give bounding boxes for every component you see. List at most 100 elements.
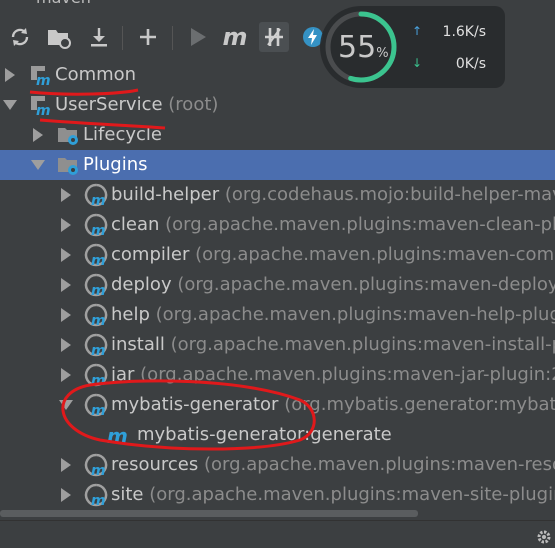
tree-row-plugin[interactable]: m mybatis-generator (org.mybatis.generato… — [0, 390, 555, 420]
tree-row-plugin[interactable]: m resources (org.apache.maven.plugins:mav… — [0, 450, 555, 480]
reimport-button[interactable] — [5, 22, 35, 52]
tree-row-label: mybatis-generator (org.mybatis.generator… — [111, 394, 555, 415]
tree-row-plugin[interactable]: m clean (org.apache.maven.plugins:maven-c… — [0, 210, 555, 240]
toggle-offline-button[interactable] — [259, 22, 289, 52]
tree-row-label: Plugins — [83, 154, 147, 175]
maven-plugin-icon: m — [84, 483, 108, 507]
download-icon — [91, 28, 107, 47]
plus-icon — [140, 29, 156, 45]
folder-add-icon — [48, 30, 71, 49]
chevron-down-icon[interactable] — [59, 400, 73, 410]
tree-row-plugin[interactable]: m site (org.apache.maven.plugins:maven-si… — [0, 480, 555, 510]
maven-plugin-icon: m — [84, 333, 108, 357]
tree-row-plugin[interactable]: m compiler (org.apache.maven.plugins:mave… — [0, 240, 555, 270]
svg-text:m: m — [91, 403, 106, 417]
status-bar — [0, 520, 555, 548]
chevron-down-icon[interactable] — [3, 100, 17, 110]
chevron-right-icon[interactable] — [61, 338, 71, 352]
tree-item-name: help — [111, 304, 150, 325]
execute-goal-button[interactable]: m — [220, 22, 250, 52]
tree-item-name: Lifecycle — [83, 124, 162, 145]
play-icon — [191, 28, 206, 46]
tree-row-label: Lifecycle — [83, 124, 162, 145]
cpu-percent-sign: % — [376, 46, 389, 61]
tree-row-folder[interactable]: Lifecycle — [0, 120, 555, 150]
chevron-down-icon[interactable] — [31, 160, 45, 170]
maven-goal-icon: m — [107, 424, 128, 447]
svg-text:m: m — [91, 193, 106, 207]
tree-item-coordinates: (org.mybatis.generator:mybatis- — [278, 394, 555, 415]
tree-item-name: compiler — [111, 244, 190, 265]
toolbar-separator — [122, 26, 123, 50]
tree-item-coordinates: (org.apache.maven.plugins:maven-deploy-p — [171, 274, 555, 295]
maven-module-icon: m — [31, 66, 51, 87]
tree-item-coordinates: (org.codehaus.mojo:build-helper-maven — [219, 184, 555, 205]
add-folder-button[interactable] — [44, 22, 74, 52]
chevron-right-icon[interactable] — [61, 188, 71, 202]
tree-row-label: deploy (org.apache.maven.plugins:maven-d… — [111, 274, 555, 295]
tree-item-coordinates: (org.apache.maven.plugins:maven-compile — [189, 244, 555, 265]
add-button[interactable] — [133, 22, 163, 52]
tree-row-plugin[interactable]: m help (org.apache.maven.plugins:maven-he… — [0, 300, 555, 330]
tree-row-label: mybatis-generator:generate — [137, 424, 392, 445]
svg-text:m: m — [91, 313, 106, 327]
tree-row-plugin[interactable]: m jar (org.apache.maven.plugins:maven-jar… — [0, 360, 555, 390]
tree-row-folder[interactable]: Plugins — [0, 150, 555, 180]
tree-row-label: help (org.apache.maven.plugins:maven-hel… — [111, 304, 555, 325]
tree-item-name: deploy — [111, 274, 172, 295]
tree-row-label: site (org.apache.maven.plugins:maven-sit… — [111, 484, 555, 505]
upload-speed: 1.6K/s — [442, 24, 486, 40]
svg-text:m: m — [36, 103, 51, 117]
tree-row-label: clean (org.apache.maven.plugins:maven-cl… — [111, 214, 555, 235]
tree-row-plugin[interactable]: m install (org.apache.maven.plugins:maven… — [0, 330, 555, 360]
tree-row-plugin[interactable]: m build-helper (org.codehaus.mojo:build-h… — [0, 180, 555, 210]
gear-icon[interactable] — [536, 529, 552, 545]
tree-row-label: UserService (root) — [55, 94, 218, 115]
svg-text:m: m — [91, 493, 106, 507]
svg-text:m: m — [107, 424, 128, 447]
maven-plugin-icon: m — [84, 393, 108, 417]
tree-item-name: mybatis-generator:generate — [137, 424, 392, 445]
folder-gear-icon — [58, 158, 78, 175]
scrollbar-thumb[interactable] — [0, 510, 418, 517]
tree-item-name: Plugins — [83, 154, 148, 175]
tree-row-label: compiler (org.apache.maven.plugins:maven… — [111, 244, 555, 265]
offline-icon — [265, 28, 283, 46]
tree-item-coordinates: (org.apache.maven.plugins:maven-resourc — [198, 454, 555, 475]
chevron-right-icon[interactable] — [5, 68, 15, 82]
run-button[interactable] — [183, 22, 213, 52]
chevron-right-icon[interactable] — [61, 488, 71, 502]
maven-plugin-icon: m — [84, 213, 108, 237]
maven-module-icon: m — [31, 96, 51, 117]
chevron-right-icon[interactable] — [61, 368, 71, 382]
tree-item-coordinates: (root) — [162, 94, 219, 115]
chevron-right-icon[interactable] — [61, 458, 71, 472]
svg-text:m: m — [91, 223, 106, 237]
toolbar-separator — [172, 26, 173, 50]
chevron-right-icon[interactable] — [61, 218, 71, 232]
download-button[interactable] — [84, 22, 114, 52]
tree-row-module[interactable]: m Common — [0, 60, 555, 90]
tree-item-coordinates: (org.apache.maven.plugins:maven-jar-plug… — [134, 364, 555, 385]
chevron-right-icon[interactable] — [33, 128, 43, 142]
m-icon: m — [222, 23, 248, 51]
chevron-right-icon[interactable] — [61, 278, 71, 292]
maven-plugin-icon: m — [84, 453, 108, 477]
tree-item-coordinates: (org.apache.maven.plugins:maven-install-… — [164, 334, 555, 355]
tree-item-name: site — [111, 484, 144, 505]
horizontal-scrollbar[interactable] — [0, 508, 555, 518]
chevron-right-icon[interactable] — [61, 248, 71, 262]
tree-row-label: Common — [55, 64, 136, 85]
chevron-right-icon[interactable] — [61, 308, 71, 322]
maven-plugin-icon: m — [84, 273, 108, 297]
svg-text:m: m — [91, 463, 106, 477]
refresh-icon — [11, 28, 29, 46]
svg-text:m: m — [91, 343, 106, 357]
tree-row-goal[interactable]: m mybatis-generator:generate — [0, 420, 555, 450]
tree-row-module[interactable]: m UserService (root) — [0, 90, 555, 120]
tree-item-name: mybatis-generator — [111, 394, 279, 415]
tree-row-plugin[interactable]: m deploy (org.apache.maven.plugins:maven-… — [0, 270, 555, 300]
tree-item-name: Common — [55, 64, 137, 85]
tree-item-name: UserService — [55, 94, 163, 115]
maven-plugin-icon: m — [84, 303, 108, 327]
